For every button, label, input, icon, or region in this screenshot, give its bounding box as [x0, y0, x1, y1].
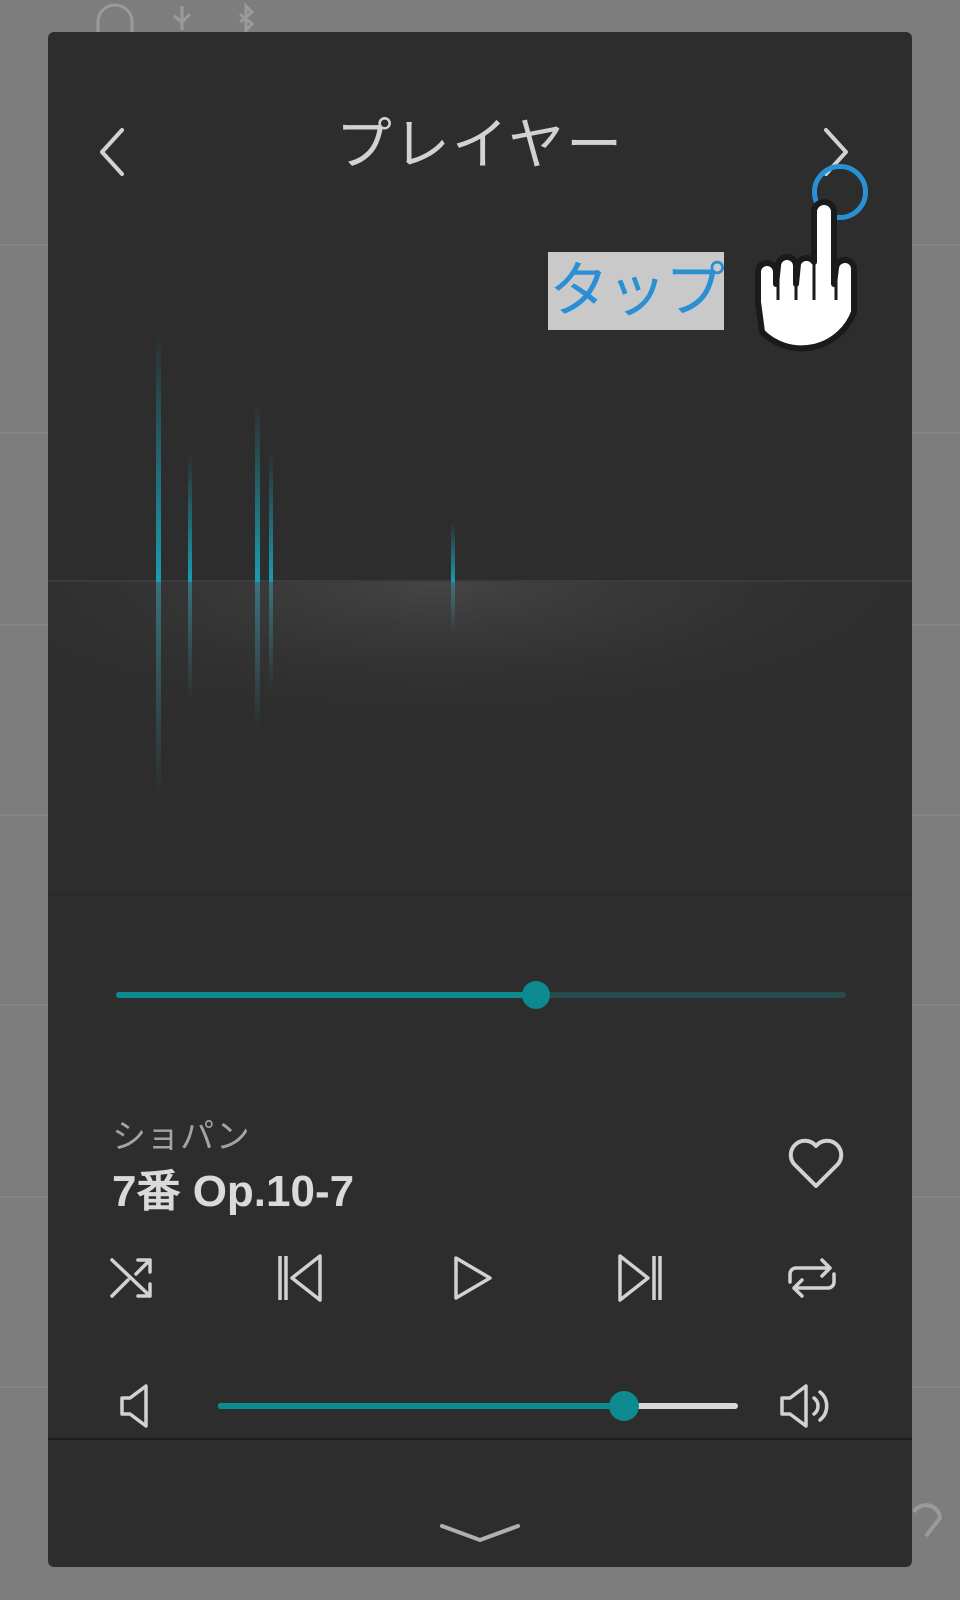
volume-high-icon — [780, 1384, 829, 1428]
background-status-icons — [96, 2, 255, 34]
volume-handle[interactable] — [608, 1391, 639, 1421]
heart-icon — [788, 1138, 844, 1188]
bluetooth-icon — [239, 2, 255, 34]
seek-handle[interactable] — [521, 981, 550, 1009]
footer-divider — [48, 1438, 912, 1440]
shuffle-button[interactable] — [102, 1248, 162, 1308]
previous-button[interactable] — [270, 1248, 330, 1308]
visualizer-reflection — [255, 582, 260, 732]
volume-level — [218, 1403, 624, 1409]
volume-min-button[interactable] — [108, 1378, 168, 1434]
visualizer-bar — [451, 522, 455, 582]
skip-next-icon — [618, 1254, 662, 1302]
favorite-button[interactable] — [784, 1134, 848, 1194]
repeat-button[interactable] — [782, 1248, 842, 1308]
visualizer-reflection — [269, 582, 273, 692]
play-button[interactable] — [444, 1248, 504, 1308]
play-icon — [454, 1256, 492, 1300]
seek-bar[interactable] — [116, 981, 846, 1009]
next-button[interactable] — [610, 1248, 670, 1308]
visualizer-bar — [156, 332, 161, 582]
visualizer-bar — [255, 402, 260, 582]
chevron-down-icon — [440, 1524, 520, 1542]
skip-previous-icon — [278, 1254, 322, 1302]
visualizer-reflection — [156, 582, 161, 802]
track-title: 7番 Op.10-7 — [112, 1167, 355, 1216]
repeat-icon — [788, 1258, 836, 1298]
page-title: プレイヤー — [335, 113, 625, 178]
usb-icon — [173, 6, 192, 30]
visualizer-bar — [269, 452, 273, 582]
hand-pointer-icon — [755, 199, 858, 352]
headphones-icon — [96, 3, 134, 34]
visualizer-reflection — [188, 582, 192, 702]
visualizer-reflection — [451, 582, 455, 632]
seek-progress — [116, 992, 536, 998]
volume-low-icon — [120, 1384, 148, 1428]
section-divider — [48, 894, 912, 895]
visualizer-bar — [188, 452, 192, 582]
volume-slider[interactable] — [218, 1391, 738, 1421]
volume-max-button[interactable] — [776, 1378, 836, 1434]
background-partial-icon — [912, 1503, 942, 1538]
shuffle-icon — [110, 1258, 152, 1298]
artist-name: ショパン — [112, 1117, 250, 1157]
collapse-button[interactable] — [436, 1518, 524, 1558]
tap-annotation-label: タップ — [548, 252, 725, 330]
